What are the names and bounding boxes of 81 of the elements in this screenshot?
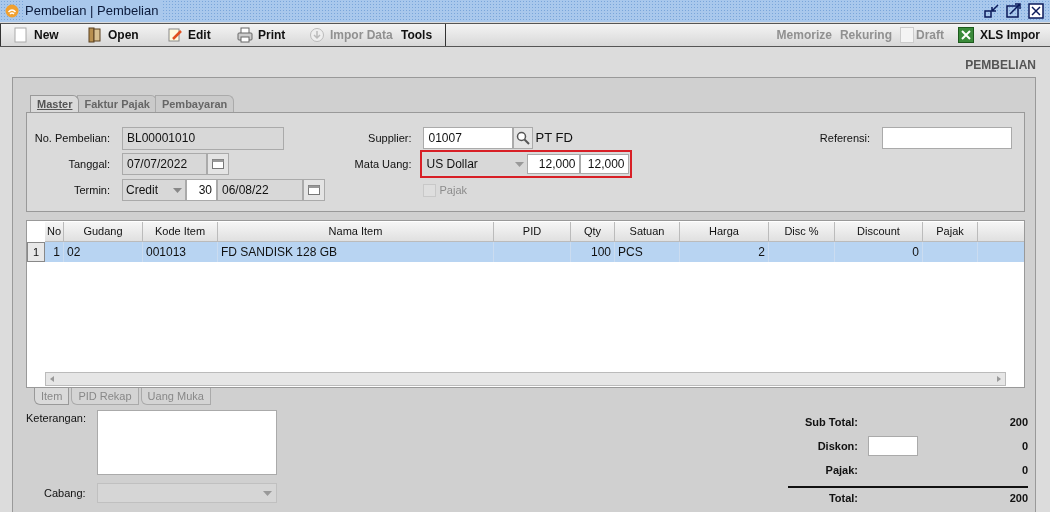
table-cell: 1 [45,242,64,262]
column-header: Pajak [923,222,978,242]
table-cell: PCS [615,242,680,262]
table-cell: 100 [571,242,615,262]
table-cell: FD SANDISK 128 GB [218,242,494,262]
tab[interactable]: Pembayaran [154,95,235,112]
table-cell: 001013 [143,242,218,262]
calendar-icon [212,159,224,169]
field-label: Termin: [72,182,111,198]
caret-icon [173,187,182,193]
column-header: PID [494,222,571,242]
new-button[interactable]: New [13,24,87,46]
search-button[interactable] [513,127,534,149]
search-icon [516,131,531,145]
printer-icon [237,27,253,43]
total-value: 200 [1009,490,1028,506]
page-icon [13,27,29,43]
download-icon [309,27,325,43]
tab[interactable]: Master [30,95,80,112]
tools-menu[interactable]: Tools [401,24,441,46]
app-icon [5,4,19,18]
rate-field[interactable]: 12,000 [527,154,581,174]
print-button[interactable]: Print [237,24,309,46]
column-header: No [45,222,64,242]
field-label: Referensi: [819,130,871,146]
maximize-icon[interactable] [1006,3,1022,19]
xls-import-button[interactable]: XLS Impor [958,26,1040,44]
column-header: Disc % [769,222,835,242]
calendar-icon [308,185,320,195]
total-label: Diskon: [816,438,858,454]
notes-field[interactable] [97,410,277,475]
close-icon[interactable] [1028,3,1044,19]
field-label: Mata Uang: [353,156,413,172]
total-value: 0 [1021,462,1028,478]
window-title: Pembelian | Pembelian [25,1,163,21]
discount-field[interactable] [868,436,918,456]
field-label: Keterangan: [26,411,87,426]
calendar-button[interactable] [303,179,325,201]
column-header: Harga [680,222,769,242]
spreadsheet-icon [958,27,974,43]
column-header: Discount [835,222,923,242]
calendar-button[interactable] [207,153,229,175]
term-dropdown[interactable]: Credit [122,179,186,201]
rate-field[interactable]: 12,000 [580,154,630,174]
restore-icon[interactable] [984,3,1000,19]
edit-button[interactable]: Edit [167,24,237,46]
total-value: 0 [1021,438,1028,454]
field-label: Tanggal: [67,156,111,172]
table-cell: 02 [64,242,143,262]
total-label: Pajak: [824,462,858,478]
open-button[interactable]: Open [87,24,167,46]
field-label: Cabang: [43,485,87,501]
column-header [978,222,1024,242]
table-row[interactable]: 1 1 02 001013 FD SANDISK 128 GB 100 PCS 2 0 [27,242,1024,262]
total-value: 200 [1009,414,1028,430]
field-label: No. Pembelian: [33,130,111,146]
reference-field[interactable] [882,127,1012,149]
table-cell: 0 [835,242,923,262]
row-header: 1 [27,242,45,262]
table-cell: 2 [680,242,769,262]
column-header: Gudang [64,222,143,242]
horizontal-scrollbar[interactable] [45,372,1006,386]
caret-icon [263,490,272,496]
supplier-name: PT FD [535,129,573,148]
door-icon [87,27,103,43]
column-header: Nama Item [218,222,494,242]
pencil-icon [167,27,183,43]
days-field[interactable]: 30 [186,179,217,201]
field-label: Supplier: [367,130,413,146]
due-date-field[interactable]: 06/08/22 [217,179,303,201]
date-field[interactable]: 07/07/2022 [122,153,207,175]
tab[interactable]: Faktur Pajak [77,95,157,112]
caret-icon [515,161,525,167]
number-field[interactable]: BL00001010 [122,126,284,150]
form-title: PEMBELIAN [965,57,1036,74]
column-header: Qty [571,222,615,242]
column-header: Satuan [615,222,680,242]
column-header: Kode Item [143,222,218,242]
total-label: Total: [827,490,858,506]
supplier-field[interactable]: 01007 [423,127,514,149]
total-label: Sub Total: [804,414,858,430]
